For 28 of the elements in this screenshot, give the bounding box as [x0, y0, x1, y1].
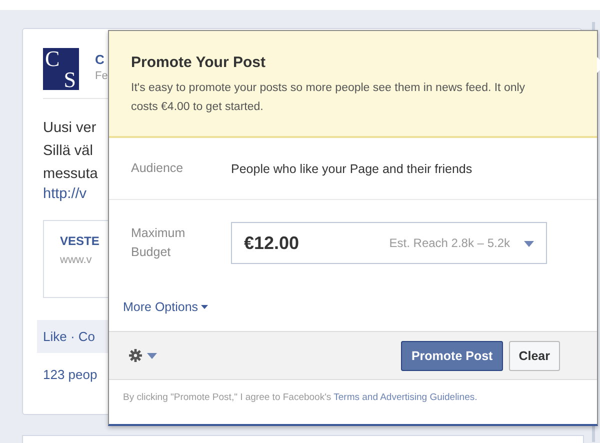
clear-button[interactable]: Clear — [508, 340, 560, 370]
post-text: Sillä väl — [43, 142, 93, 161]
likes-count[interactable]: 123 peop — [43, 367, 98, 382]
terms-link[interactable]: Terms and Advertising Guidelines. — [334, 392, 478, 403]
budget-amount: €12.00 — [244, 232, 300, 254]
audience-label: Audience — [131, 160, 184, 177]
author-name[interactable]: C — [95, 52, 108, 67]
gear-icon — [129, 349, 142, 362]
post-text: messuta — [43, 165, 98, 184]
legal-text: By clicking "Promote Post," I agree to Facebook's Terms and Advertising Guidelines. — [122, 391, 478, 405]
page-avatar: C S — [43, 48, 79, 90]
caret-icon — [201, 305, 208, 309]
post-link[interactable]: http://v — [43, 186, 87, 202]
post-text: Uusi ver — [43, 119, 96, 138]
post-date: Fe — [95, 70, 108, 82]
promote-button[interactable]: Promote Post — [401, 340, 503, 370]
more-options-link[interactable]: More Options — [123, 300, 208, 314]
audience-value: People who like your Page and their friends — [231, 162, 472, 176]
action-links[interactable]: Like · Co — [43, 329, 96, 344]
settings-menu-button[interactable] — [129, 349, 157, 362]
budget-dropdown[interactable]: €12.00 Est. Reach 2.8k – 5.2k — [231, 222, 547, 264]
budget-label: Maximum Budget — [131, 225, 186, 261]
preview-title: VESTE — [60, 234, 100, 248]
preview-url: www.v — [60, 254, 92, 266]
popup-description: It's easy to promote your posts so more people see them in news feed. It only costs €4.00 to get started. — [131, 81, 526, 115]
popup-title: Promote Your Post — [131, 54, 266, 71]
estimated-reach: Est. Reach 2.8k – 5.2k — [389, 236, 510, 250]
caret-icon — [524, 241, 534, 247]
